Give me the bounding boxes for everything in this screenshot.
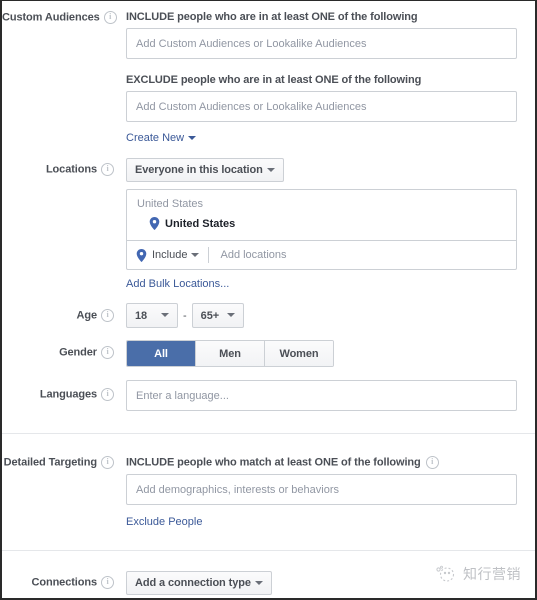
chevron-down-icon (161, 313, 169, 317)
gender-section: Gender i All Men Women (2, 340, 535, 367)
locations-label-col: Locations i (2, 158, 118, 176)
gender-option-women[interactable]: Women (265, 341, 333, 366)
info-icon[interactable]: i (101, 309, 114, 322)
gender-segmented-control: All Men Women (126, 340, 334, 367)
locations-label: Locations (45, 163, 97, 176)
detailed-targeting-include-heading: INCLUDE people who match at least ONE of… (126, 456, 535, 469)
locations-controls: Everyone in this location United States … (118, 158, 535, 290)
info-icon[interactable]: i (101, 456, 114, 469)
detailed-targeting-label-col: Detailed Targeting i (2, 456, 118, 469)
chevron-down-icon (226, 313, 235, 317)
location-name: United States (165, 217, 236, 230)
custom-audiences-exclude-heading: EXCLUDE people who are in at least ONE o… (126, 74, 422, 86)
age-label-col: Age i (2, 303, 118, 322)
info-icon[interactable]: i (101, 346, 114, 359)
gender-option-men[interactable]: Men (196, 341, 265, 366)
detailed-targeting-input[interactable] (126, 474, 517, 505)
custom-audiences-include-heading: INCLUDE people who are in at least ONE o… (126, 11, 418, 23)
custom-audiences-include-input[interactable] (126, 28, 517, 59)
languages-section: Languages i (2, 380, 535, 411)
gender-controls: All Men Women (118, 340, 535, 367)
locations-group-title: United States (137, 198, 204, 210)
chevron-down-icon (188, 135, 197, 140)
location-scope-label: Everyone in this location (135, 164, 263, 176)
custom-audiences-section: Custom Audiences i INCLUDE people who are… (2, 1, 535, 144)
gender-label-col: Gender i (2, 340, 118, 359)
map-pin-icon (136, 248, 147, 262)
connections-label-col: Connections i (2, 571, 118, 589)
custom-audiences-label-col: Custom Audiences i (2, 11, 118, 24)
chevron-down-icon (254, 580, 263, 585)
location-include-label: Include (152, 249, 188, 261)
exclude-people-link[interactable]: Exclude People (126, 516, 202, 528)
detailed-targeting-include-text: INCLUDE people who match at least ONE of… (126, 456, 421, 469)
chevron-down-icon (191, 252, 200, 257)
locations-list: United States United States (127, 190, 516, 240)
chevron-down-icon (266, 167, 275, 172)
add-locations-input[interactable] (218, 248, 507, 262)
detailed-targeting-controls: INCLUDE people who match at least ONE of… (118, 456, 535, 528)
add-bulk-locations-link[interactable]: Add Bulk Locations... (126, 278, 229, 290)
info-icon[interactable]: i (103, 11, 117, 24)
map-pin-icon (149, 217, 160, 230)
location-scope-dropdown[interactable]: Everyone in this location (126, 158, 284, 182)
section-divider (2, 550, 535, 551)
age-section: Age i 18 - 65+ (2, 303, 535, 328)
gender-option-all[interactable]: All (127, 341, 196, 366)
custom-audiences-label: Custom Audiences (2, 11, 100, 24)
detailed-targeting-section: Detailed Targeting i INCLUDE people who m… (2, 456, 535, 528)
custom-audiences-controls: INCLUDE people who are in at least ONE o… (118, 11, 535, 144)
audience-form: Custom Audiences i INCLUDE people who are… (2, 1, 535, 598)
custom-audiences-exclude-input[interactable] (126, 91, 517, 122)
age-controls: 18 - 65+ (118, 303, 535, 328)
info-icon[interactable]: i (425, 456, 439, 469)
watermark: 知行营销 (435, 564, 521, 584)
age-range: 18 - 65+ (126, 303, 535, 328)
ad-set-audience-panel: Custom Audiences i INCLUDE people who are… (0, 0, 537, 600)
section-divider (2, 433, 535, 434)
locations-panel: United States United States Include Add … (126, 189, 517, 270)
connection-type-dropdown[interactable]: Add a connection type (126, 571, 272, 595)
watermark-logo-icon (435, 564, 457, 584)
connections-label: Connections (31, 576, 97, 589)
info-icon[interactable]: i (101, 576, 114, 589)
languages-label: Languages (39, 388, 97, 401)
connection-type-label: Add a connection type (135, 577, 251, 589)
info-icon[interactable]: i (101, 388, 114, 401)
list-item[interactable]: United States (137, 217, 506, 230)
languages-input[interactable] (126, 380, 517, 411)
age-range-separator: - (183, 309, 187, 322)
detailed-targeting-label: Detailed Targeting (3, 456, 97, 469)
age-min-dropdown[interactable]: 18 (126, 303, 178, 328)
info-icon[interactable]: i (101, 163, 114, 176)
age-min-value: 18 (135, 309, 148, 322)
location-include-dropdown[interactable]: Include (136, 248, 200, 262)
languages-label-col: Languages i (2, 380, 118, 401)
languages-controls (118, 380, 535, 411)
locations-add-row: Include (127, 240, 516, 269)
vertical-divider (208, 247, 210, 263)
watermark-text: 知行营销 (463, 567, 521, 583)
age-max-dropdown[interactable]: 65+ (191, 303, 244, 328)
age-label: Age (76, 309, 98, 322)
create-new-link[interactable]: Create New (126, 132, 197, 144)
locations-section: Locations i Everyone in this location Uni… (2, 158, 535, 290)
create-new-label: Create New (126, 132, 185, 144)
gender-label: Gender (59, 346, 97, 359)
age-max-value: 65+ (200, 309, 220, 322)
